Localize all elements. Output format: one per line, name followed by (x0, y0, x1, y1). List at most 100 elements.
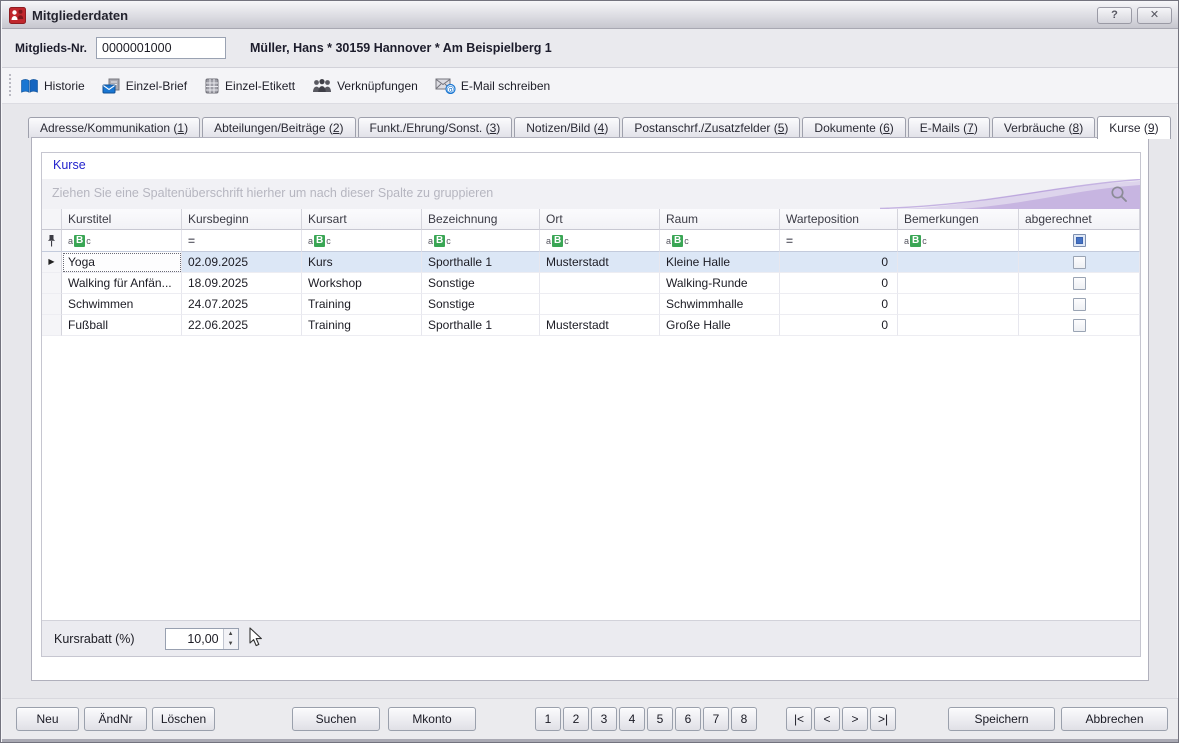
filter-cell-kursart[interactable]: aBc (302, 230, 422, 252)
filter-cell-bezeichnung[interactable]: aBc (422, 230, 540, 252)
filter-cell-kurstitel[interactable]: aBc (62, 230, 182, 252)
cell-kursart[interactable]: Kurs (302, 252, 422, 273)
column-header-bezeichnung[interactable]: Bezeichnung (422, 209, 540, 230)
filter-cell-raum[interactable]: aBc (660, 230, 780, 252)
cell-abgerechnet[interactable] (1019, 273, 1140, 294)
einzel-etikett-button[interactable]: Einzel-Etikett (204, 78, 295, 94)
toolbar-grip[interactable] (8, 74, 12, 98)
mkonto-button[interactable]: Mkonto (388, 707, 476, 731)
table-row[interactable]: Schwimmen24.07.2025TrainingSonstige Schwi… (42, 294, 1140, 315)
cell-bemerkungen[interactable] (898, 315, 1019, 336)
abbrechen-button[interactable]: Abbrechen (1061, 707, 1168, 731)
tab-abteilungen-beitr-ge-2[interactable]: Abteilungen/Beiträge (2) (202, 117, 355, 138)
cell-warteposition[interactable]: 0 (780, 294, 898, 315)
column-header-kurstitel[interactable]: Kurstitel (62, 209, 182, 230)
abgerechnet-checkbox[interactable] (1073, 319, 1086, 332)
cell-kurstitel[interactable]: Walking für Anfän... (62, 273, 182, 294)
tab-verbr-uche-8[interactable]: Verbräuche (8) (992, 117, 1095, 138)
cell-kurstitel[interactable]: Fußball (62, 315, 182, 336)
tab-postanschrf-zusatzfelder-5[interactable]: Postanschrf./Zusatzfelder (5) (622, 117, 800, 138)
column-header-kursart[interactable]: Kursart (302, 209, 422, 230)
cell-kurstitel[interactable]: Schwimmen (62, 294, 182, 315)
page-7-button[interactable]: 7 (703, 707, 729, 731)
table-row[interactable]: Fußball22.06.2025TrainingSporthalle 1Mus… (42, 315, 1140, 336)
help-button[interactable]: ? (1097, 7, 1132, 24)
column-header-raum[interactable]: Raum (660, 209, 780, 230)
cell-abgerechnet[interactable] (1019, 294, 1140, 315)
tab-e-mails-7[interactable]: E-Mails (7) (908, 117, 990, 138)
cell-raum[interactable]: Kleine Halle (660, 252, 780, 273)
kursrabatt-spinner[interactable]: 10,00 ▲ ▼ (165, 628, 239, 650)
cell-ort[interactable] (540, 294, 660, 315)
page-6-button[interactable]: 6 (675, 707, 701, 731)
cell-kurstitel[interactable]: Yoga (62, 252, 182, 273)
cell-kursbeginn[interactable]: 22.06.2025 (182, 315, 302, 336)
column-header-warteposition[interactable]: Warteposition (780, 209, 898, 230)
nav-first-button[interactable]: |< (786, 707, 812, 731)
ndnr-button[interactable]: ÄndNr (84, 707, 147, 731)
cell-bezeichnung[interactable]: Sporthalle 1 (422, 315, 540, 336)
table-row[interactable]: ▶Yoga02.09.2025KursSporthalle 1Mustersta… (42, 252, 1140, 273)
search-icon[interactable] (1110, 185, 1128, 203)
cell-kursart[interactable]: Training (302, 315, 422, 336)
filter-cell-ort[interactable]: aBc (540, 230, 660, 252)
page-3-button[interactable]: 3 (591, 707, 617, 731)
abgerechnet-checkbox[interactable] (1073, 277, 1086, 290)
page-2-button[interactable]: 2 (563, 707, 589, 731)
page-4-button[interactable]: 4 (619, 707, 645, 731)
tab-dokumente-6[interactable]: Dokumente (6) (802, 117, 905, 138)
cell-abgerechnet[interactable] (1019, 315, 1140, 336)
filter-cell-abgerechnet[interactable] (1019, 230, 1140, 252)
cell-raum[interactable]: Schwimmhalle (660, 294, 780, 315)
filter-checkbox[interactable] (1073, 234, 1086, 247)
page-1-button[interactable]: 1 (535, 707, 561, 731)
tab-funkt-ehrung-sonst-3[interactable]: Funkt./Ehrung/Sonst. (3) (358, 117, 513, 138)
group-by-panel[interactable]: Ziehen Sie eine Spaltenüberschrift hierh… (42, 179, 1140, 209)
einzel-brief-button[interactable]: Einzel-Brief (102, 78, 187, 94)
close-button[interactable]: ✕ (1137, 7, 1172, 24)
page-8-button[interactable]: 8 (731, 707, 757, 731)
tab-kurse-9[interactable]: Kurse (9) (1097, 116, 1170, 139)
nav-next-button[interactable]: > (842, 707, 868, 731)
filter-row-gutter[interactable] (42, 230, 62, 252)
table-row[interactable]: Walking für Anfän...18.09.2025WorkshopSo… (42, 273, 1140, 294)
cell-bezeichnung[interactable]: Sporthalle 1 (422, 252, 540, 273)
column-header-abgerechnet[interactable]: abgerechnet (1019, 209, 1140, 230)
cell-ort[interactable]: Musterstadt (540, 252, 660, 273)
cell-bezeichnung[interactable]: Sonstige (422, 273, 540, 294)
cell-raum[interactable]: Große Halle (660, 315, 780, 336)
spin-up-button[interactable]: ▲ (224, 629, 238, 639)
abgerechnet-checkbox[interactable] (1073, 256, 1086, 269)
cell-warteposition[interactable]: 0 (780, 252, 898, 273)
cell-kursbeginn[interactable]: 18.09.2025 (182, 273, 302, 294)
historie-button[interactable]: Historie (20, 78, 85, 94)
nav-prev-button[interactable]: < (814, 707, 840, 731)
filter-cell-bemerkungen[interactable]: aBc (898, 230, 1019, 252)
email-schreiben-button[interactable]: @ E-Mail schreiben (435, 77, 550, 94)
column-header-ort[interactable]: Ort (540, 209, 660, 230)
column-header-bemerkungen[interactable]: Bemerkungen (898, 209, 1019, 230)
cell-kursbeginn[interactable]: 24.07.2025 (182, 294, 302, 315)
nav-last-button[interactable]: >| (870, 707, 896, 731)
cell-raum[interactable]: Walking-Runde (660, 273, 780, 294)
cell-bemerkungen[interactable] (898, 294, 1019, 315)
cell-ort[interactable]: Musterstadt (540, 315, 660, 336)
neu-button[interactable]: Neu (16, 707, 79, 731)
l-schen-button[interactable]: Löschen (152, 707, 215, 731)
cell-bemerkungen[interactable] (898, 273, 1019, 294)
cell-kursbeginn[interactable]: 02.09.2025 (182, 252, 302, 273)
cell-warteposition[interactable]: 0 (780, 315, 898, 336)
member-no-input[interactable] (96, 37, 226, 59)
abgerechnet-checkbox[interactable] (1073, 298, 1086, 311)
cell-kursart[interactable]: Workshop (302, 273, 422, 294)
cell-kursart[interactable]: Training (302, 294, 422, 315)
cell-abgerechnet[interactable] (1019, 252, 1140, 273)
cell-warteposition[interactable]: 0 (780, 273, 898, 294)
tab-adresse-kommunikation-1[interactable]: Adresse/Kommunikation (1) (28, 117, 200, 138)
filter-cell-warteposition[interactable]: = (780, 230, 898, 252)
verknuepfungen-button[interactable]: Verknüpfungen (312, 78, 418, 94)
page-5-button[interactable]: 5 (647, 707, 673, 731)
suchen-button[interactable]: Suchen (292, 707, 380, 731)
spin-down-button[interactable]: ▼ (224, 639, 238, 649)
cell-bezeichnung[interactable]: Sonstige (422, 294, 540, 315)
